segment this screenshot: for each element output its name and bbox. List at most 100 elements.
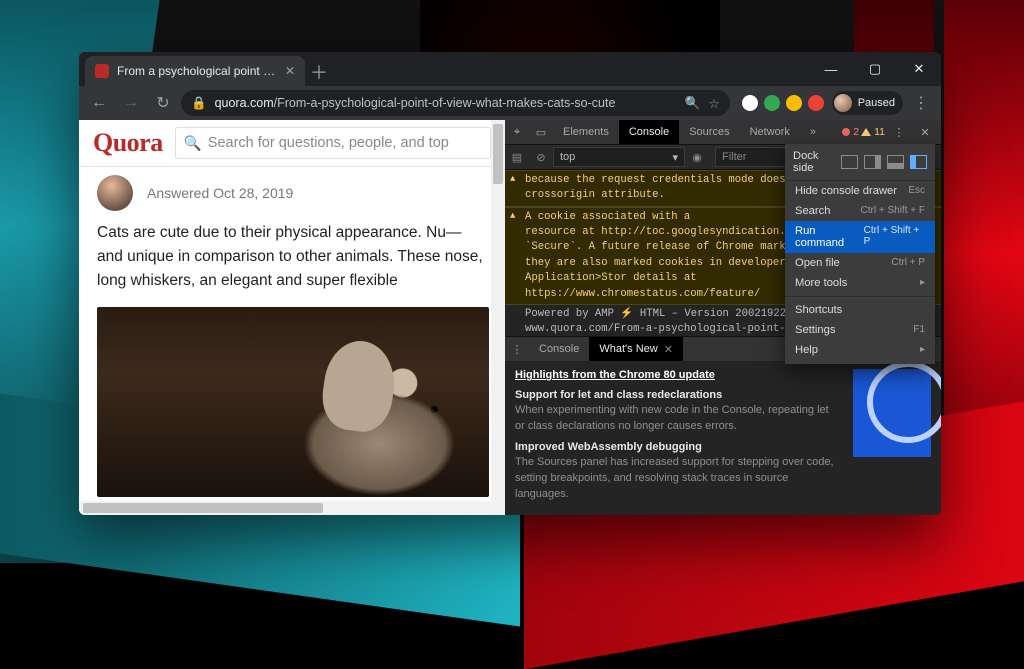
zoom-icon[interactable]: 🔍 (685, 96, 701, 111)
address-bar: ← → ↻ 🔒 quora.com/From-a-psychological-p… (79, 86, 941, 120)
more-tabs-button[interactable]: » (800, 120, 826, 144)
devtools-panel: ⌖ ▭ Elements Console Sources Network » 2… (505, 120, 941, 515)
menu-item[interactable]: More tools ▸ (785, 273, 935, 293)
tab-network[interactable]: Network (740, 120, 800, 144)
answer-image (97, 307, 489, 497)
menu-item[interactable]: Settings F1 (785, 320, 935, 340)
page-viewport: Quora 🔍 Search for questions, people, an… (79, 120, 505, 515)
window-minimize-button[interactable]: ― (809, 52, 853, 86)
answer-text: Cats are cute due to their physical appe… (97, 221, 489, 293)
menu-item-shortcut: Ctrl + P (891, 257, 925, 269)
menu-item-shortcut: Esc (908, 185, 925, 197)
quora-header: Quora 🔍 Search for questions, people, an… (79, 120, 505, 167)
browser-tab[interactable]: From a psychological point of vie ✕ (85, 56, 305, 86)
live-expression-icon[interactable]: ◉ (685, 151, 709, 164)
quora-search-input[interactable]: 🔍 Search for questions, people, and top (175, 127, 491, 159)
dock-left-icon[interactable] (864, 155, 881, 169)
scroll-thumb[interactable] (83, 503, 323, 513)
context-selector[interactable]: top▾ (553, 147, 685, 167)
extension-icon[interactable] (808, 95, 824, 111)
chrome-window: From a psychological point of vie ✕ ＋ ― … (79, 52, 941, 515)
dock-side-label: Dock side (793, 150, 841, 174)
whats-new-illustration (853, 369, 931, 457)
close-tab-icon[interactable]: ✕ (285, 64, 295, 78)
extension-icon[interactable] (742, 95, 758, 111)
new-tab-button[interactable]: ＋ (305, 58, 333, 86)
quora-logo[interactable]: Quora (93, 128, 163, 158)
sidebar-toggle-icon[interactable]: ▤ (505, 151, 529, 164)
search-icon: 🔍 (184, 135, 202, 152)
search-placeholder: Search for questions, people, and top (208, 135, 449, 151)
menu-item-label: Shortcuts (795, 304, 842, 316)
menu-item-label: Search (795, 205, 830, 217)
menu-item-label: Hide console drawer (795, 185, 897, 197)
window-close-button[interactable]: ✕ (897, 52, 941, 86)
menu-item[interactable]: Open file Ctrl + P (785, 253, 935, 273)
dock-bottom-icon[interactable] (887, 155, 904, 169)
drawer-tab-whats-new[interactable]: What's New✕ (589, 337, 683, 361)
profile-chip[interactable]: Paused (832, 91, 903, 115)
close-icon[interactable]: ✕ (664, 343, 673, 356)
menu-item[interactable]: Shortcuts (785, 300, 935, 320)
omnibox[interactable]: 🔒 quora.com/From-a-psychological-point-o… (181, 90, 730, 116)
inspect-element-icon[interactable]: ⌖ (505, 120, 529, 144)
extension-icon[interactable] (786, 95, 802, 111)
nav-back-button[interactable]: ← (85, 89, 113, 117)
lock-icon: 🔒 (191, 96, 207, 111)
menu-item-label: Run command (795, 225, 864, 249)
avatar (834, 94, 852, 112)
extension-row (734, 95, 828, 111)
menu-item-shortcut: Ctrl + Shift + P (864, 225, 925, 249)
dock-undock-icon[interactable] (841, 155, 858, 169)
devtools-overflow-menu: Dock side Hide console drawer Esc Search Ct… (785, 144, 935, 364)
devtools-tabstrip: ⌖ ▭ Elements Console Sources Network » 2… (505, 120, 941, 145)
scroll-thumb[interactable] (493, 124, 503, 184)
chrome-menu-button[interactable]: ⋮ (907, 89, 935, 117)
whats-new-section-title: Improved WebAssembly debugging (515, 441, 839, 453)
whats-new-section-title: Support for let and class redeclarations (515, 389, 839, 401)
error-count-badge[interactable]: 2 (842, 126, 859, 138)
whats-new-section-desc: The Sources panel has increased support … (515, 455, 839, 503)
nav-reload-button[interactable]: ↻ (149, 89, 177, 117)
window-maximize-button[interactable]: ▢ (853, 52, 897, 86)
tab-sources[interactable]: Sources (679, 120, 739, 144)
chevron-down-icon: ▾ (672, 151, 678, 164)
clear-console-icon[interactable]: ⊘ (529, 151, 553, 164)
menu-item[interactable]: Hide console drawer Esc (785, 181, 935, 201)
menu-item-label: Open file (795, 257, 840, 269)
tab-strip: From a psychological point of vie ✕ ＋ ― … (79, 52, 941, 86)
nav-forward-button[interactable]: → (117, 89, 145, 117)
menu-item-label: Help (795, 344, 818, 356)
tab-title: From a psychological point of vie (117, 64, 277, 78)
menu-item[interactable]: Run commandCtrl + Shift + P (785, 221, 935, 253)
vertical-scrollbar[interactable] (491, 120, 505, 515)
extension-icon[interactable] (764, 95, 780, 111)
url-text: quora.com/From-a-psychological-point-of-… (215, 96, 616, 110)
horizontal-scrollbar[interactable] (79, 501, 505, 515)
devtools-settings-icon[interactable]: ⋮ (887, 126, 911, 139)
dock-right-icon[interactable] (910, 155, 927, 169)
menu-item[interactable]: Search Ctrl + Shift + F (785, 201, 935, 221)
author-avatar[interactable] (97, 175, 133, 211)
device-toolbar-icon[interactable]: ▭ (529, 120, 553, 144)
menu-item-label: More tools (795, 277, 847, 289)
bookmark-star-icon[interactable]: ☆ (708, 96, 719, 111)
tab-elements[interactable]: Elements (553, 120, 619, 144)
profile-state: Paused (858, 97, 895, 109)
devtools-close-icon[interactable]: ✕ (913, 126, 937, 139)
tab-console[interactable]: Console (619, 120, 679, 144)
menu-item-shortcut: F1 (913, 324, 925, 336)
menu-item-shortcut: ▸ (920, 344, 925, 356)
menu-item[interactable]: Help ▸ (785, 340, 935, 360)
menu-item-shortcut: Ctrl + Shift + F (861, 205, 925, 217)
warning-count-badge[interactable]: 11 (861, 126, 885, 138)
menu-item-shortcut: ▸ (920, 277, 925, 289)
whats-new-section-desc: When experimenting with new code in the … (515, 403, 839, 435)
drawer-tab-console[interactable]: Console (529, 337, 589, 361)
whats-new-headline: Highlights from the Chrome 80 update (515, 369, 839, 381)
menu-item-label: Settings (795, 324, 835, 336)
drawer-menu-icon[interactable]: ⋮ (505, 337, 529, 361)
console-filter-input[interactable]: Filter (715, 147, 789, 167)
favicon (95, 64, 109, 78)
answer-meta: Answered Oct 28, 2019 (147, 185, 293, 201)
